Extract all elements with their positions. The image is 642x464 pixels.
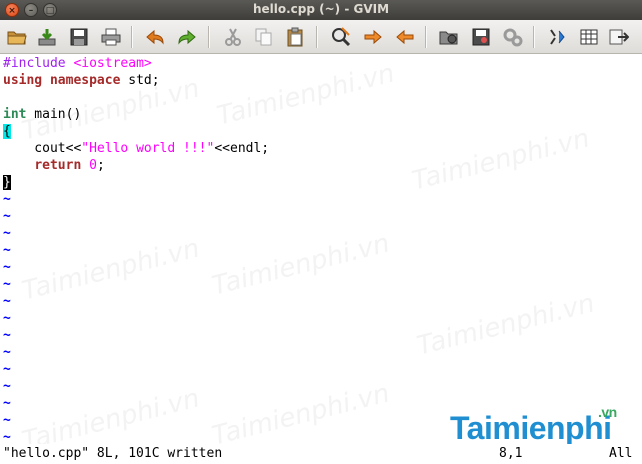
empty-line-tilde: ~ xyxy=(3,362,11,377)
print-icon xyxy=(101,28,121,46)
save-session-icon xyxy=(472,28,490,46)
find-next-button[interactable] xyxy=(362,26,384,48)
run-script-button[interactable] xyxy=(502,26,524,48)
find-replace-button[interactable] xyxy=(330,26,352,48)
empty-line-tilde: ~ xyxy=(3,192,11,207)
redo-icon xyxy=(178,29,196,45)
code-text: cout<< xyxy=(3,141,82,156)
code-text: ; xyxy=(96,158,105,173)
empty-line-tilde: ~ xyxy=(3,328,11,343)
tags-icon xyxy=(609,29,629,45)
empty-line-tilde: ~ xyxy=(3,430,11,444)
watermark: Taimienphi.vn xyxy=(214,58,398,132)
type-token: int xyxy=(3,107,27,122)
empty-line-tilde: ~ xyxy=(3,226,11,241)
paste-icon xyxy=(287,27,303,47)
find-prev-icon xyxy=(396,29,414,45)
title-bar: × – □ hello.cpp (~) - GVIM xyxy=(0,0,642,20)
shell-button[interactable] xyxy=(578,26,600,48)
toolbar-separator xyxy=(131,26,133,48)
empty-line-tilde: ~ xyxy=(3,345,11,360)
empty-line-tilde: ~ xyxy=(3,396,11,411)
toolbar-separator xyxy=(208,26,210,48)
watermark: Taimienphi.vn xyxy=(409,123,593,197)
code-line: return 0; xyxy=(3,157,105,174)
code-line: #include <iostream> xyxy=(3,55,152,72)
toolbar-separator xyxy=(316,26,318,48)
empty-line-tilde: ~ xyxy=(3,260,11,275)
find-replace-icon xyxy=(332,27,351,47)
code-line: { xyxy=(3,123,11,140)
find-prev-button[interactable] xyxy=(394,26,416,48)
redo-button[interactable] xyxy=(176,26,198,48)
string-token: "Hello world !!!" xyxy=(81,141,215,156)
watermark: Taimienphi.vn xyxy=(19,233,203,307)
watermark: Taimienphi.vn xyxy=(209,228,393,302)
watermark: Taimienphi.vn xyxy=(19,383,203,444)
editor-area[interactable]: Taimienphi.vn Taimienphi.vn Taimienphi.v… xyxy=(0,55,642,444)
empty-line-tilde: ~ xyxy=(3,413,11,428)
cut-icon xyxy=(225,28,241,46)
status-message: "hello.cpp" 8L, 101C written xyxy=(3,446,223,461)
tags-button[interactable] xyxy=(608,26,630,48)
empty-line-tilde: ~ xyxy=(3,277,11,292)
open-icon xyxy=(7,31,27,45)
watermark: Taimienphi.vn xyxy=(209,378,393,444)
watermark: Taimienphi.vn xyxy=(414,288,598,362)
include-path-token: <iostream> xyxy=(73,56,152,71)
code-line: cout<<"Hello world !!!"<<endl; xyxy=(3,140,269,157)
preprocessor-token: #include xyxy=(3,56,74,71)
matched-bracket: { xyxy=(3,124,11,139)
paste-button[interactable] xyxy=(284,26,306,48)
keyword-token: using xyxy=(3,73,43,88)
empty-line-tilde: ~ xyxy=(3,311,11,326)
cursor-position: 8,1 xyxy=(499,446,523,461)
open-button[interactable] xyxy=(6,26,28,48)
save-button[interactable] xyxy=(36,26,58,48)
number-token: 0 xyxy=(89,158,97,173)
undo-icon xyxy=(146,29,164,45)
empty-line-tilde: ~ xyxy=(3,243,11,258)
toolbar xyxy=(0,20,642,54)
code-text: <<endl; xyxy=(214,141,270,156)
copy-icon xyxy=(255,28,272,46)
empty-line-tilde: ~ xyxy=(3,294,11,309)
copy-button[interactable] xyxy=(253,26,275,48)
scroll-indicator: All xyxy=(609,446,633,461)
shell-icon xyxy=(580,29,598,45)
code-text: main() xyxy=(26,107,82,122)
toolbar-separator xyxy=(425,26,427,48)
find-next-icon xyxy=(364,29,382,45)
save-all-button[interactable] xyxy=(68,26,90,48)
keyword-token: namespace xyxy=(49,73,121,88)
toolbar-separator xyxy=(533,26,535,48)
code-line: using namespace std; xyxy=(3,72,160,89)
load-session-icon xyxy=(439,31,458,45)
make-icon xyxy=(550,29,565,45)
load-session-button[interactable] xyxy=(438,26,460,48)
code-text: std; xyxy=(120,73,160,88)
save-session-button[interactable] xyxy=(470,26,492,48)
save-icon xyxy=(38,29,56,46)
undo-button[interactable] xyxy=(144,26,166,48)
cut-button[interactable] xyxy=(222,26,244,48)
code-line: } xyxy=(3,174,11,191)
print-button[interactable] xyxy=(100,26,122,48)
make-button[interactable] xyxy=(546,26,568,48)
empty-line-tilde: ~ xyxy=(3,209,11,224)
window-title: hello.cpp (~) - GVIM xyxy=(252,2,390,16)
command-line[interactable]: "hello.cpp" 8L, 101C written 8,1 All xyxy=(0,444,642,464)
text-cursor: } xyxy=(3,175,11,190)
empty-line-tilde: ~ xyxy=(3,379,11,394)
code-line: int main() xyxy=(3,106,81,123)
run-script-icon xyxy=(503,28,523,47)
keyword-token: return xyxy=(34,158,82,173)
save-all-icon xyxy=(70,28,88,46)
